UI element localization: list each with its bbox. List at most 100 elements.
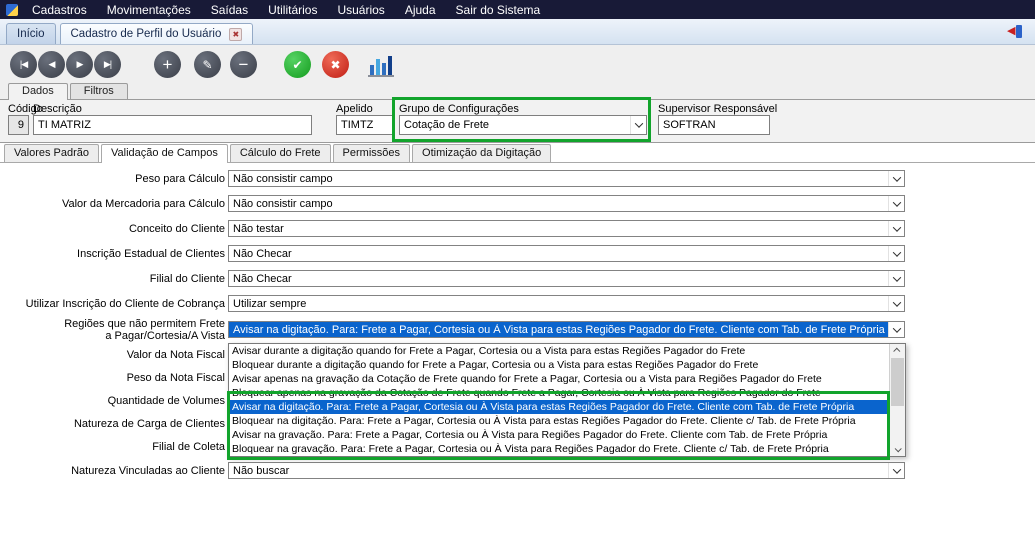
chevron-down-icon[interactable] [888,463,904,478]
section-tab-permissoes[interactable]: Permissões [333,144,410,162]
section-tab-valores-padrao[interactable]: Valores Padrão [4,144,99,162]
filial-cliente-value: Não Checar [229,273,904,285]
form-row: Conceito do Cliente Não testar [0,216,1035,241]
chart-icon [382,63,386,75]
chevron-down-icon[interactable] [888,296,904,311]
scrollbar[interactable] [889,344,905,456]
valor-mercadoria-combobox[interactable]: Não consistir campo [228,195,905,212]
cancel-button[interactable]: ✖ [322,51,349,78]
form-row: Utilizar Inscrição do Cliente de Cobranç… [0,291,1035,316]
chevron-down-icon[interactable] [888,171,904,186]
prior-record-button[interactable]: ◀ [38,51,65,78]
scroll-up-icon[interactable] [890,344,905,357]
last-record-button[interactable]: ▶| [94,51,121,78]
chevron-down-icon[interactable] [888,221,904,236]
chevron-down-icon[interactable] [888,246,904,261]
peso-calculo-combobox[interactable]: Não consistir campo [228,170,905,187]
menu-item-ajuda[interactable]: Ajuda [395,3,446,17]
descricao-input[interactable]: TI MATRIZ [33,115,312,135]
plus-icon: + [163,55,173,75]
dropdown-options: Avisar durante a digitação quando for Fr… [229,344,889,456]
popup-option[interactable]: Avisar na gravação. Para: Frete a Pagar,… [229,428,889,442]
menu-item-utilitarios[interactable]: Utilitários [258,3,327,17]
document-tabbar: Início Cadastro de Perfil do Usuário ✖ ◀ [0,19,1035,45]
regioes-frete-label-line1: Regiões que não permitem Frete [64,318,225,330]
first-record-button[interactable]: |◀ [10,51,37,78]
menu-item-cadastros[interactable]: Cadastros [22,3,97,17]
menubar: Cadastros Movimentações Saídas Utilitári… [0,0,1035,19]
menu-item-usuarios[interactable]: Usuários [327,3,394,17]
dropdown-list: Avisar durante a digitação quando for Fr… [228,343,906,457]
close-tab-icon[interactable]: ✖ [229,28,242,41]
section-tab-validacao-de-campos[interactable]: Validação de Campos [101,144,228,163]
chevron-down-icon[interactable] [888,271,904,286]
regioes-frete-label: Regiões que não permitem Frete a Pagar/C… [0,318,225,342]
chart-icon [388,56,392,75]
apelido-label: Apelido [336,103,373,115]
chevron-down-icon[interactable] [888,322,904,337]
valor-mercadoria-label: Valor da Mercadoria para Cálculo [0,198,225,210]
last-record-icon: ▶| [104,59,111,70]
peso-calculo-value: Não consistir campo [229,173,904,185]
section-tab-calculo-do-frete[interactable]: Cálculo do Frete [230,144,331,162]
form-row: Filial do Cliente Não Checar [0,266,1035,291]
confirm-button[interactable]: ✔ [284,51,311,78]
x-icon: ✖ [330,58,340,72]
natureza-carga-label: Natureza de Carga de Clientes [0,418,225,430]
form-row: Natureza Vinculadas ao Cliente Não busca… [0,458,1035,483]
popup-option[interactable]: Bloquear na digitação. Para: Frete a Pag… [229,414,889,428]
delete-record-button[interactable]: − [230,51,257,78]
descricao-label: Descrição [33,103,82,115]
menu-item-saidas[interactable]: Saídas [201,3,258,17]
menu-item-movimentacoes[interactable]: Movimentações [97,3,201,17]
regioes-frete-value: Avisar na digitação. Para: Frete a Pagar… [229,324,904,336]
chevron-down-icon[interactable] [888,196,904,211]
conceito-cliente-combobox[interactable]: Não testar [228,220,905,237]
chart-icon [370,65,374,75]
grupo-configuracoes-label: Grupo de Configurações [399,103,519,115]
natureza-vinculada-value: Não buscar [229,465,904,477]
supervisor-label: Supervisor Responsável [658,103,777,115]
form-row: Peso para Cálculo Não consistir campo [0,166,1035,191]
codigo-input[interactable]: 9 [8,115,29,135]
inscricao-cobranca-combobox[interactable]: Utilizar sempre [228,295,905,312]
section-tab-otimizacao-digitacao[interactable]: Otimização da Digitação [412,144,551,162]
valor-mercadoria-value: Não consistir campo [229,198,904,210]
scroll-down-icon[interactable] [890,443,905,456]
edit-record-button[interactable]: ✎ [194,51,221,78]
scroll-thumb[interactable] [891,358,904,406]
popup-option[interactable]: Bloquear durante a digitação quando for … [229,358,889,372]
inscricao-estadual-value: Não Checar [229,248,904,260]
filial-cliente-combobox[interactable]: Não Checar [228,270,905,287]
filial-cliente-label: Filial do Cliente [0,273,225,285]
exit-arrow-icon: ◀ [1007,26,1015,37]
subtab-filtros[interactable]: Filtros [70,83,128,99]
chevron-down-icon[interactable] [630,116,646,134]
tab-cadastro-perfil-usuario[interactable]: Cadastro de Perfil do Usuário ✖ [60,23,254,44]
chart-icon [376,59,380,75]
popup-option[interactable]: Avisar apenas na gravação da Cotação de … [229,372,889,386]
popup-option[interactable]: Avisar na digitação. Para: Frete a Pagar… [229,400,889,414]
chart-button[interactable] [368,53,394,77]
app-window: Cadastros Movimentações Saídas Utilitári… [0,0,1035,545]
insert-record-button[interactable]: + [154,51,181,78]
tab-inicio[interactable]: Início [6,23,56,44]
validation-form: Peso para Cálculo Não consistir campo Va… [0,163,1035,545]
popup-option[interactable]: Bloquear apenas na gravação da Cotação d… [229,386,889,400]
filial-coleta-label: Filial de Coleta [0,441,225,453]
grupo-configuracoes-combobox[interactable]: Cotação de Frete [399,115,647,135]
subtab-dados[interactable]: Dados [8,83,68,100]
apelido-input[interactable]: TIMTZ [336,115,393,135]
menu-item-sair-do-sistema[interactable]: Sair do Sistema [446,3,551,17]
inscricao-estadual-combobox[interactable]: Não Checar [228,245,905,262]
grupo-configuracoes-value: Cotação de Frete [404,119,489,131]
section-tabs: Valores Padrão Validação de Campos Cálcu… [0,143,1035,163]
popup-option[interactable]: Avisar durante a digitação quando for Fr… [229,344,889,358]
next-record-button[interactable]: ▶ [66,51,93,78]
supervisor-input[interactable]: SOFTRAN [658,115,770,135]
natureza-vinculada-combobox[interactable]: Não buscar [228,462,905,479]
regioes-frete-combobox[interactable]: Avisar na digitação. Para: Frete a Pagar… [228,321,905,338]
inscricao-cobranca-value: Utilizar sempre [229,298,904,310]
exit-icon[interactable]: ◀ [1007,24,1027,39]
popup-option[interactable]: Bloquear na gravação. Para: Frete a Paga… [229,442,889,456]
